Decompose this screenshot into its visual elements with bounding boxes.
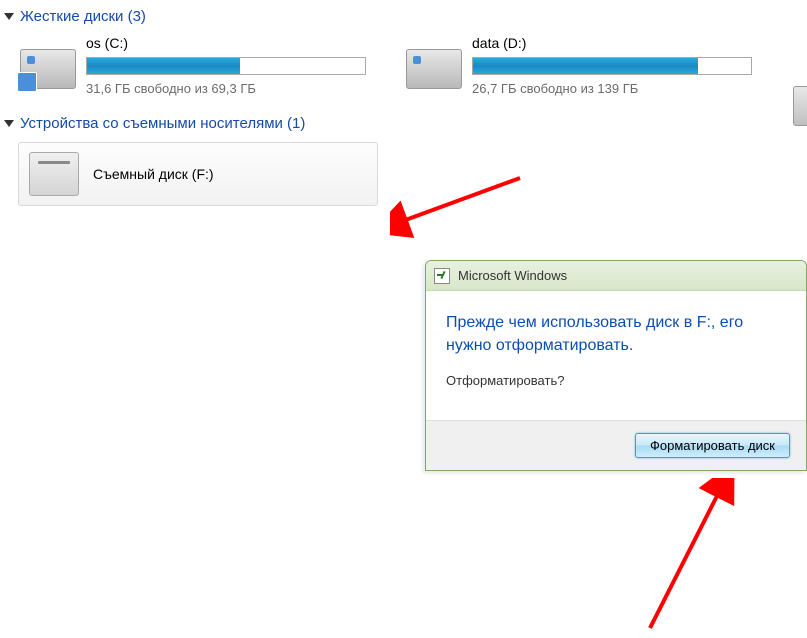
- disk-usage-bar: [472, 57, 752, 75]
- removable-header[interactable]: Устройства со съемными носителями (1): [4, 115, 807, 132]
- disk-free-text: 31,6 ГБ свободно из 69,3 ГБ: [86, 81, 366, 96]
- disk-info: data (D:) 26,7 ГБ свободно из 139 ГБ: [472, 35, 752, 96]
- dialog-system-icon: [434, 268, 450, 284]
- removable-disk-f[interactable]: Съемный диск (F:): [18, 142, 378, 206]
- hdd-icon: [20, 49, 76, 97]
- dialog-question: Отформатировать?: [446, 373, 786, 388]
- disk-label: os (C:): [86, 35, 366, 51]
- removable-label: Съемный диск (F:): [93, 166, 214, 182]
- disk-info: os (C:) 31,6 ГБ свободно из 69,3 ГБ: [86, 35, 366, 96]
- format-dialog: Microsoft Windows Прежде чем использоват…: [425, 260, 807, 471]
- annotation-arrow-icon: [610, 478, 750, 638]
- hard-disks-title: Жесткие диски (3): [20, 8, 146, 25]
- disk-item-d[interactable]: data (D:) 26,7 ГБ свободно из 139 ГБ: [406, 35, 752, 97]
- disk-free-text: 26,7 ГБ свободно из 139 ГБ: [472, 81, 752, 96]
- format-disk-button[interactable]: Форматировать диск: [635, 433, 790, 458]
- removable-title: Устройства со съемными носителями (1): [20, 115, 305, 132]
- dialog-footer: Форматировать диск: [426, 420, 806, 470]
- dialog-main-text: Прежде чем использовать диск в F:, его н…: [446, 311, 786, 357]
- removable-drive-icon: [29, 152, 79, 196]
- partial-disk-icon: [793, 86, 807, 126]
- removable-row: Съемный диск (F:): [18, 142, 807, 206]
- hdd-icon: [406, 49, 462, 97]
- dialog-titlebar[interactable]: Microsoft Windows: [426, 261, 806, 291]
- dialog-title: Microsoft Windows: [458, 268, 567, 283]
- disk-usage-bar: [86, 57, 366, 75]
- hard-disks-row: os (C:) 31,6 ГБ свободно из 69,3 ГБ data…: [20, 35, 807, 97]
- dialog-body: Прежде чем использовать диск в F:, его н…: [426, 291, 806, 420]
- collapse-triangle-icon: [4, 13, 14, 20]
- disk-item-c[interactable]: os (C:) 31,6 ГБ свободно из 69,3 ГБ: [20, 35, 366, 97]
- collapse-triangle-icon: [4, 120, 14, 127]
- disk-label: data (D:): [472, 35, 752, 51]
- hard-disks-header[interactable]: Жесткие диски (3): [4, 8, 807, 25]
